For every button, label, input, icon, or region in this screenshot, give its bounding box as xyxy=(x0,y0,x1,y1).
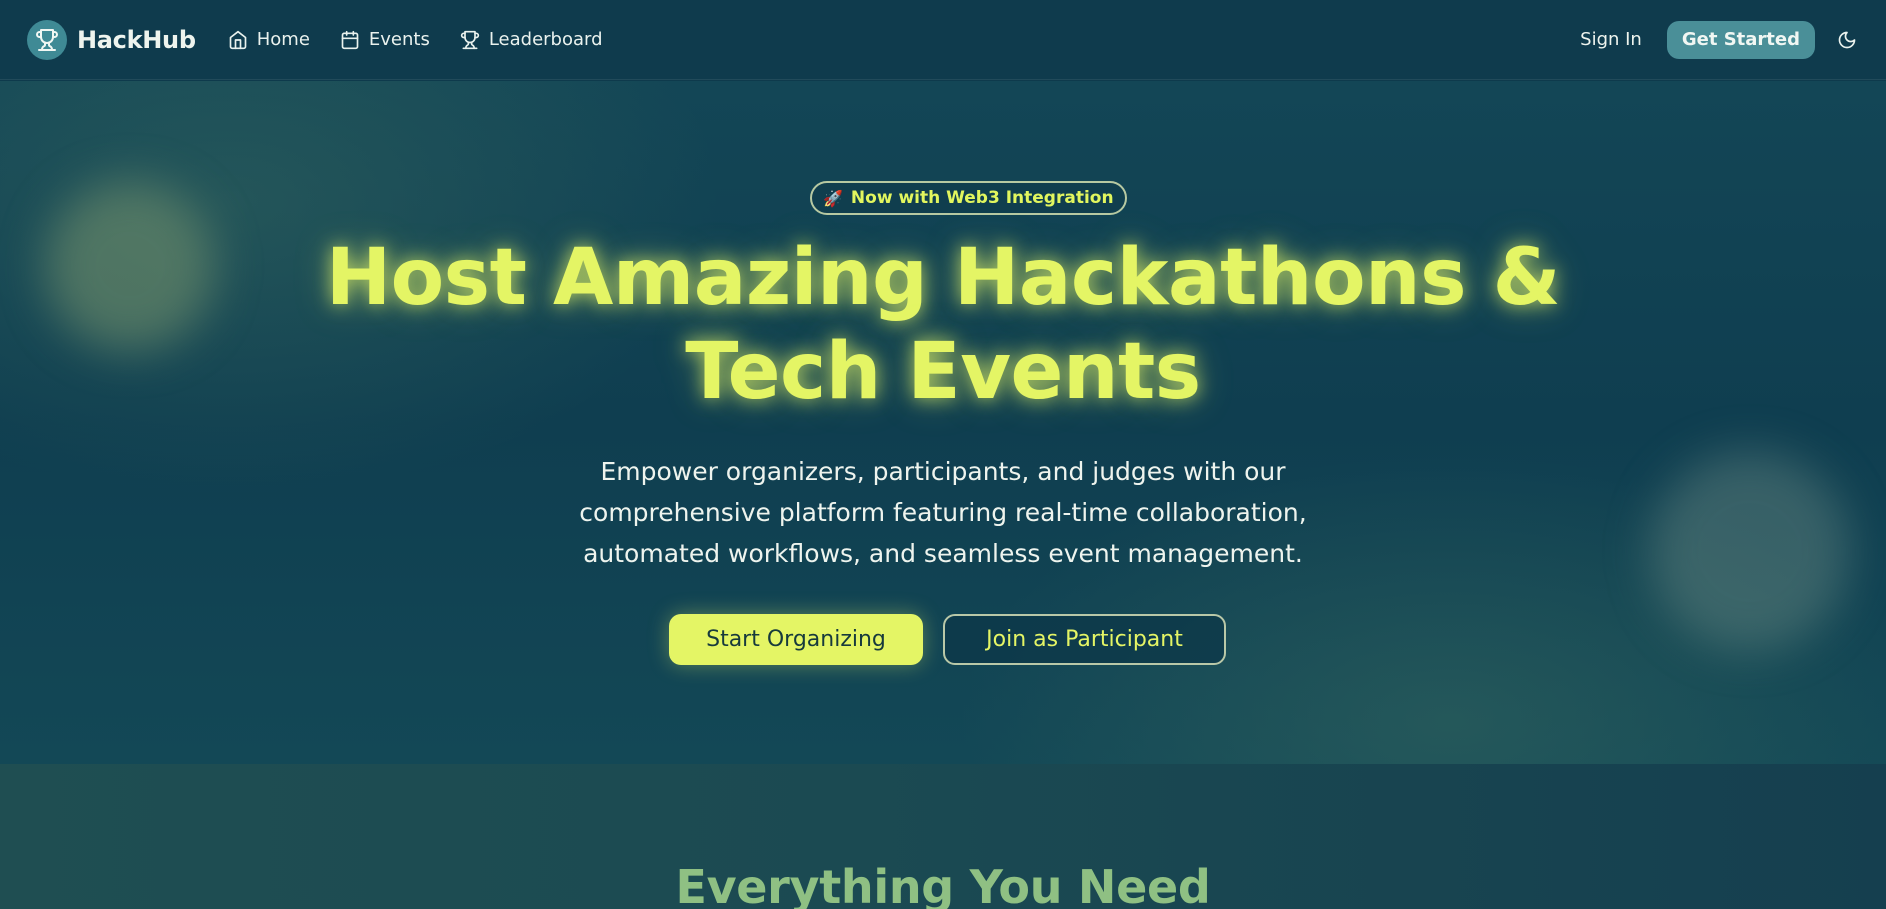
hero-title-line-1: Host Amazing Hackathons & xyxy=(325,233,1561,323)
nav-links: Home Events Leaderboard xyxy=(228,29,603,50)
sign-in-link[interactable]: Sign In xyxy=(1580,29,1642,50)
hero-title: Host Amazing Hackathons & Tech Events xyxy=(0,231,1886,419)
navbar: HackHub Home Events Leaderboard Sign In … xyxy=(0,0,1886,80)
brand-name: HackHub xyxy=(77,25,196,54)
nav-events-label: Events xyxy=(368,29,430,50)
trophy-icon xyxy=(460,30,480,50)
decorative-blob xyxy=(1650,451,1850,651)
nav-home-label: Home xyxy=(256,29,310,50)
nav-actions: Sign In Get Started xyxy=(1580,20,1859,59)
hero-title-line-2: Tech Events xyxy=(685,327,1201,417)
announcement-badge: 🚀 Now with Web3 Integration xyxy=(810,181,1127,215)
start-organizing-button[interactable]: Start Organizing xyxy=(669,614,923,665)
features-section: Everything You Need xyxy=(0,764,1886,909)
features-title: Everything You Need xyxy=(675,860,1211,909)
nav-leaderboard-label: Leaderboard xyxy=(488,29,603,50)
nav-home[interactable]: Home xyxy=(228,29,310,50)
moon-icon[interactable] xyxy=(1835,28,1859,52)
join-participant-button[interactable]: Join as Participant xyxy=(943,614,1226,665)
rocket-icon: 🚀 xyxy=(823,188,843,208)
badge-text: Now with Web3 Integration xyxy=(850,188,1114,208)
brand[interactable]: HackHub xyxy=(27,19,196,60)
hero-section: 🚀 Now with Web3 Integration Host Amazing… xyxy=(0,81,1886,764)
nav-leaderboard[interactable]: Leaderboard xyxy=(460,29,603,50)
nav-events[interactable]: Events xyxy=(340,29,430,50)
home-icon xyxy=(228,30,248,50)
page: HackHub Home Events Leaderboard Sign In … xyxy=(0,0,1886,909)
calendar-icon xyxy=(340,30,360,50)
get-started-button[interactable]: Get Started xyxy=(1666,20,1815,59)
hero-description: Empower organizers, participants, and ju… xyxy=(579,457,1307,568)
trophy-icon xyxy=(27,19,67,60)
